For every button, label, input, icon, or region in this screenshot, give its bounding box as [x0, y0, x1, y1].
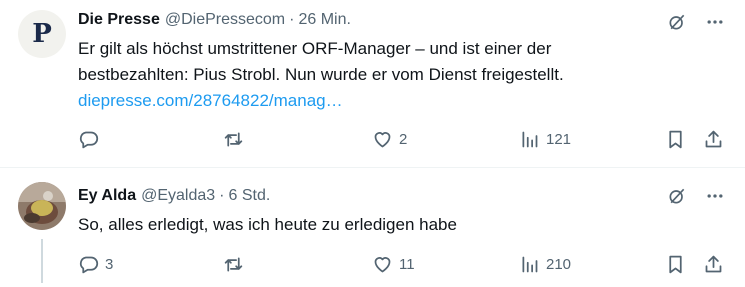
more-icon[interactable]	[703, 10, 727, 34]
grok-icon[interactable]	[665, 10, 689, 34]
reply-icon	[79, 131, 99, 148]
thread-line	[41, 239, 43, 283]
more-icon[interactable]	[703, 184, 727, 208]
retweet-icon	[224, 257, 243, 271]
tweet-header: Die Presse @DiePressecom · 26 Min.	[78, 10, 351, 30]
tweet-top-icons	[665, 184, 727, 208]
reply-icon	[79, 256, 99, 273]
reply-count: 3	[105, 255, 114, 273]
tweet-text: Er gilt als höchst umstrittener ORF-Mana…	[78, 36, 698, 114]
timestamp[interactable]: 26 Min.	[298, 11, 350, 29]
views-icon	[522, 256, 538, 272]
reply-button[interactable]	[78, 127, 105, 151]
grok-icon[interactable]	[665, 184, 689, 208]
action-bar: 2 121	[78, 127, 731, 151]
retweet-button[interactable]	[223, 252, 250, 276]
like-icon	[374, 131, 391, 147]
avatar[interactable]	[18, 182, 66, 230]
like-count: 11	[399, 255, 415, 273]
tweet-text: So, alles erledigt, was ich heute zu erl…	[78, 212, 698, 238]
tweet-link[interactable]: diepresse.com/28764822/manag…	[78, 88, 698, 114]
author-handle[interactable]: @DiePressecom	[165, 11, 285, 29]
views-button[interactable]: 210	[519, 252, 571, 276]
like-button[interactable]: 2	[372, 127, 407, 151]
author-name[interactable]: Die Presse	[78, 11, 160, 29]
separator-dot: ·	[289, 11, 295, 28]
like-icon	[374, 256, 391, 272]
tweet-die-presse[interactable]: P Die Presse @DiePressecom · 26 Min. Er …	[0, 0, 745, 168]
view-count: 210	[546, 255, 572, 273]
bookmark-icon	[669, 255, 682, 273]
tweet-top-icons	[665, 10, 727, 34]
timestamp[interactable]: 6 Std.	[228, 187, 270, 205]
reply-button[interactable]: 3	[78, 252, 113, 276]
avatar[interactable]: P	[18, 10, 66, 58]
bookmark-icon	[669, 130, 682, 148]
tweet-text-line: bestbezahlten: Pius Strobl. Nun wurde er…	[78, 65, 564, 84]
bookmark-button[interactable]	[665, 252, 686, 276]
tweet-ey-alda[interactable]: Ey Alda @Eyalda3 · 6 Std. So, alles erle…	[0, 168, 745, 287]
tweet-text-line: Er gilt als höchst umstrittener ORF-Mana…	[78, 39, 552, 58]
views-icon	[522, 131, 538, 147]
view-count: 121	[546, 130, 572, 148]
views-button[interactable]: 121	[519, 127, 571, 151]
author-name[interactable]: Ey Alda	[78, 187, 136, 205]
author-handle[interactable]: @Eyalda3	[141, 187, 215, 205]
presse-logo: P	[32, 19, 52, 49]
separator-dot: ·	[219, 187, 225, 204]
retweet-icon	[224, 132, 243, 146]
retweet-button[interactable]	[223, 127, 250, 151]
like-count: 2	[399, 130, 408, 148]
share-button[interactable]	[703, 127, 724, 151]
bookmark-button[interactable]	[665, 127, 686, 151]
action-bar: 3 11 210	[78, 252, 731, 276]
tweet-header: Ey Alda @Eyalda3 · 6 Std.	[78, 186, 270, 206]
avatar-photo	[18, 182, 66, 230]
share-icon	[705, 255, 722, 272]
like-button[interactable]: 11	[372, 252, 415, 276]
tweet-text-line: So, alles erledigt, was ich heute zu erl…	[78, 215, 457, 234]
share-icon	[705, 130, 722, 147]
share-button[interactable]	[703, 252, 724, 276]
